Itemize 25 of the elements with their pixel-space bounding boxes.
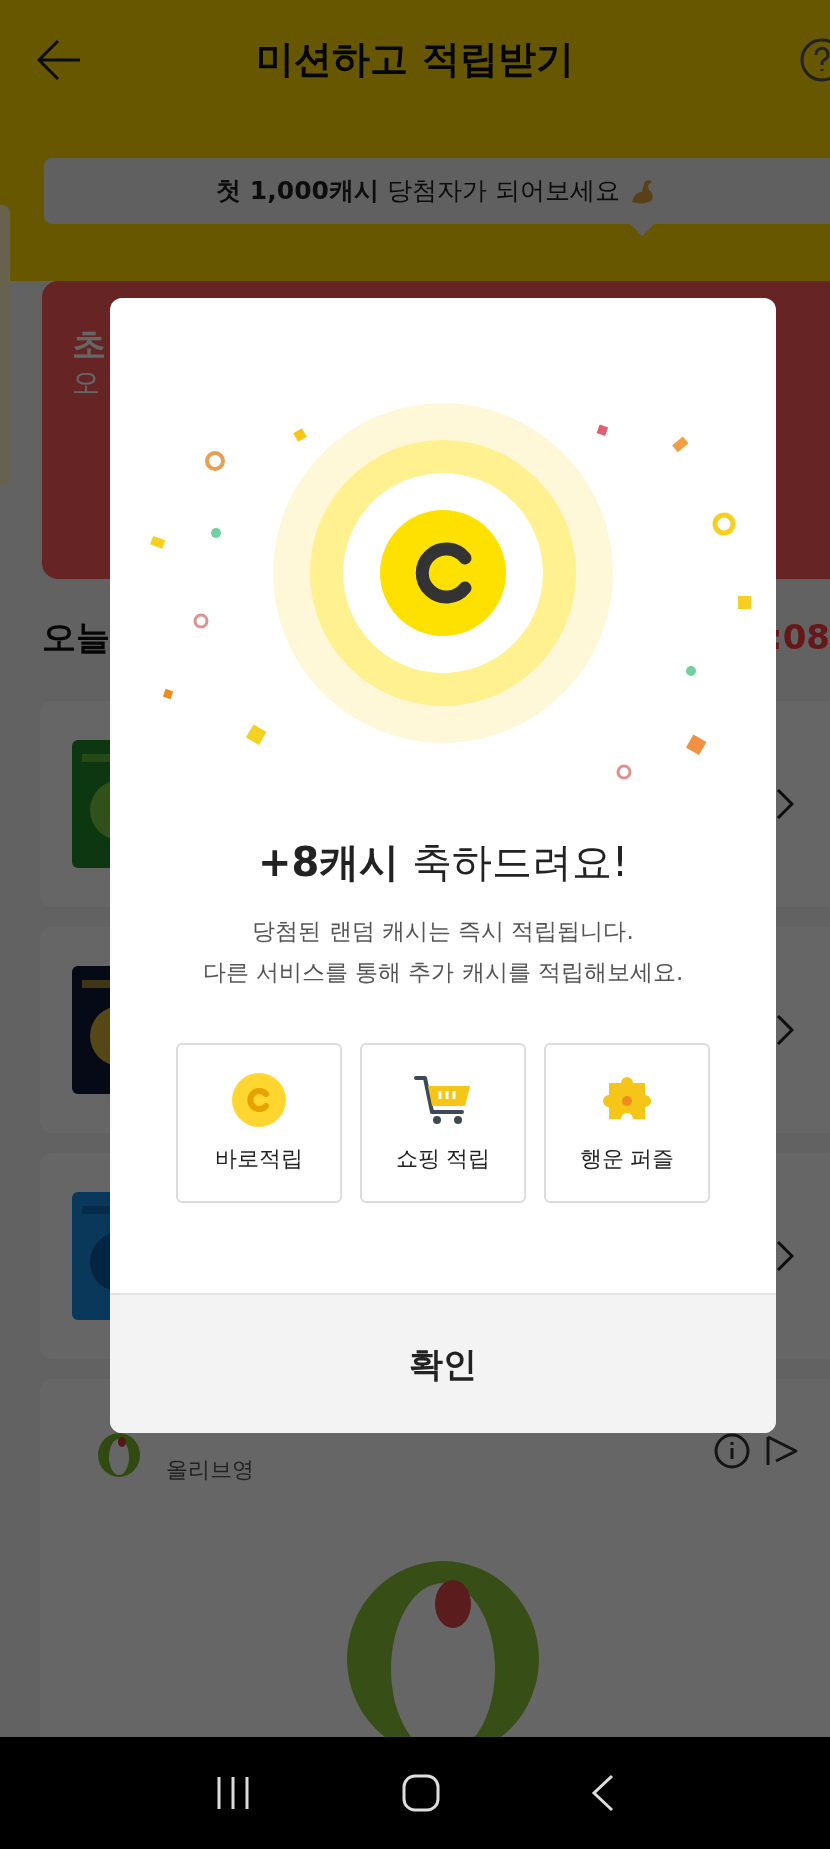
- promo-card-title: 초: [72, 327, 107, 361]
- cart-icon: [414, 1073, 472, 1126]
- reward-option-button[interactable]: 바로적립: [176, 1043, 342, 1203]
- confirm-button[interactable]: 확인: [110, 1293, 776, 1433]
- dialog-description: 다른 서비스를 통해 추가 캐시를 적립해보세요.: [202, 957, 684, 987]
- section-title: 오늘: [42, 616, 110, 659]
- back-arrow-icon[interactable]: [36, 38, 82, 82]
- brand-logo-icon: [96, 1431, 142, 1479]
- reward-option-button[interactable]: 행운 퍼즐: [544, 1043, 710, 1203]
- coin-icon: [231, 1071, 287, 1128]
- chevron-right-icon: [776, 788, 794, 820]
- dialog-description: 당첨된 랜덤 캐시는 즉시 적립됩니다.: [252, 917, 634, 946]
- home-icon[interactable]: [402, 1774, 440, 1812]
- page-title: 미션하고 적립받기: [256, 35, 574, 83]
- chevron-right-icon: [776, 1240, 794, 1272]
- recent-apps-icon[interactable]: [215, 1775, 252, 1811]
- countdown-timer: :08: [769, 616, 830, 659]
- chevron-right-icon: [776, 1014, 794, 1046]
- banner-text: 첫 1,000캐시 당첨자가 되어보세요: [216, 175, 620, 208]
- back-icon[interactable]: [590, 1774, 615, 1812]
- dialog-title: +8캐시 축하드려요!: [256, 838, 630, 887]
- promo-card-subtitle: 오: [72, 369, 101, 397]
- reward-option-button[interactable]: 쇼핑 적립: [360, 1043, 526, 1203]
- brand-name: 올리브영: [166, 1456, 254, 1484]
- info-icon[interactable]: [714, 1433, 750, 1469]
